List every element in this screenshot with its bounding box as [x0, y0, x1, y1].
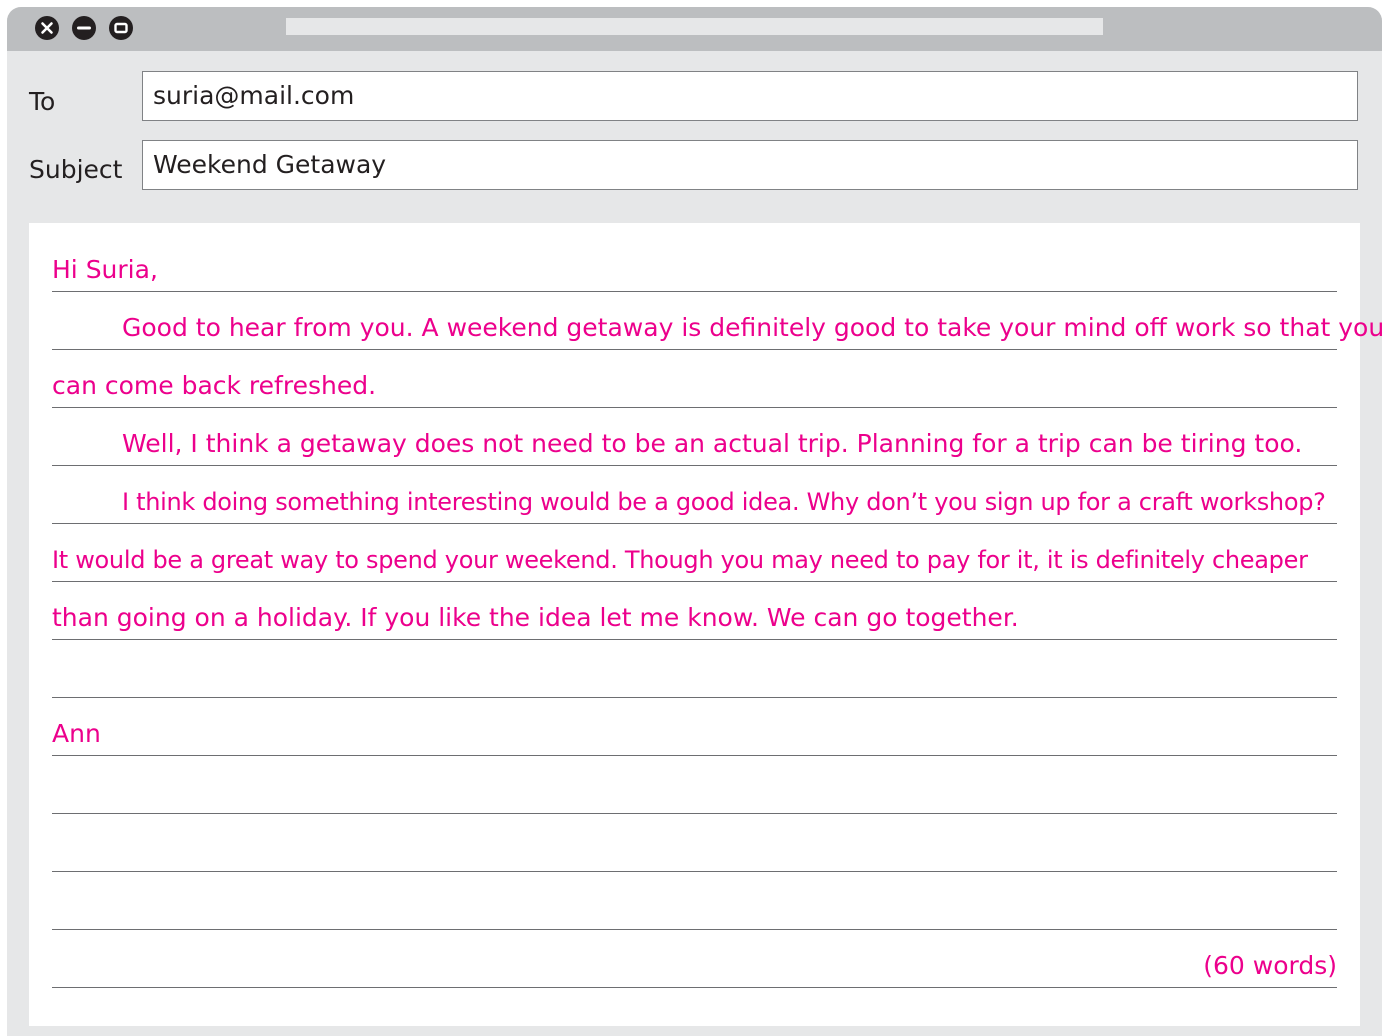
body-line: It would be a great way to spend your we…: [52, 546, 1308, 574]
ruled-line: [52, 755, 1337, 756]
greeting-text: Hi Suria,: [52, 255, 158, 284]
ruled-line: [52, 291, 1337, 292]
ruled-line: [52, 581, 1337, 582]
title-bar-field: [286, 18, 1103, 35]
ruled-line: [52, 871, 1337, 872]
message-body[interactable]: Hi Suria, Good to hear from you. A weeke…: [29, 223, 1382, 1026]
maximize-icon[interactable]: [109, 16, 133, 40]
close-icon[interactable]: [35, 16, 59, 40]
email-window: To suria@mail.com Subject Weekend Getawa…: [7, 7, 1382, 1036]
minimize-icon[interactable]: [72, 16, 96, 40]
ruled-line: [52, 407, 1337, 408]
ruled-line: [52, 987, 1337, 988]
body-line: Good to hear from you. A weekend getaway…: [122, 313, 1382, 342]
ruled-line: [52, 697, 1337, 698]
body-line: can come back refreshed.: [52, 371, 377, 400]
ruled-line: [52, 929, 1337, 930]
title-bar: [7, 7, 1382, 51]
ruled-line: [52, 465, 1337, 466]
ruled-line: [52, 813, 1337, 814]
to-label: To: [29, 87, 56, 116]
subject-field[interactable]: Weekend Getaway: [142, 140, 1358, 190]
body-line: I think doing something interesting woul…: [122, 488, 1326, 516]
body-line: than going on a holiday. If you like the…: [52, 603, 1019, 632]
ruled-line: [52, 523, 1337, 524]
signature-text: Ann: [52, 719, 101, 748]
to-field[interactable]: suria@mail.com: [142, 71, 1358, 121]
body-line: Well, I think a getaway does not need to…: [122, 429, 1303, 458]
ruled-line: [52, 639, 1337, 640]
subject-label: Subject: [29, 155, 123, 184]
ruled-line: [52, 349, 1337, 350]
word-count: (60 words): [1203, 951, 1337, 980]
